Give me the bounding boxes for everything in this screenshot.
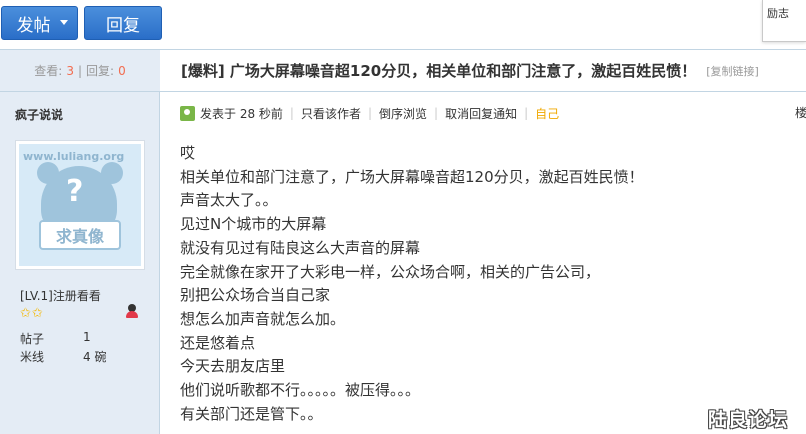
post-line: 他们说听歌都不行。。。。。被压得。。。 <box>180 381 421 400</box>
rice-label: 米线 <box>20 350 45 364</box>
views-label: 查看: <box>34 64 63 78</box>
views-count: 3 <box>66 63 74 78</box>
reply-button[interactable]: 回复 <box>84 6 162 40</box>
rice-count: 4 碗 <box>83 350 107 364</box>
post-line: 见过N个城市的大屏幕 <box>180 215 327 234</box>
copy-link[interactable]: [复制链接] <box>706 63 759 79</box>
meta-separator: | <box>367 106 373 120</box>
thread-stats: 查看: 3 | 回复: 0 <box>0 49 160 92</box>
cancel-notify-link[interactable]: 取消回复通知 <box>445 105 517 122</box>
author-name[interactable]: 疯子说说 <box>15 106 63 123</box>
reply-label: 回复 <box>106 15 140 36</box>
person-icon[interactable] <box>126 304 138 318</box>
meta-separator: | <box>434 106 439 120</box>
new-post-button[interactable]: 发帖 <box>1 6 78 40</box>
rice-stat: 米线 4 碗 <box>20 348 106 365</box>
post-line: 有关部门还是管下。。 <box>180 404 323 423</box>
post-line: 还是悠着点 <box>180 333 256 352</box>
author-sidebar: 疯子说说 www.luliang.org ? 求真像 [LV.1]注册看看 ✩✩… <box>0 92 160 434</box>
post-time: 发表于 28 秒前 <box>200 106 283 121</box>
posts-stat: 帖子 1 <box>20 330 91 347</box>
user-level[interactable]: [LV.1]注册看看 <box>20 287 101 304</box>
rank-stars-icon: ✩✩ <box>20 306 44 321</box>
avatar-image: www.luliang.org ? 求真像 <box>19 144 141 266</box>
only-author-link[interactable]: 只看该作者 <box>301 105 361 122</box>
post-line: 想怎么加声音就怎么加。 <box>180 309 346 328</box>
post-line: 声音太大了。。 <box>180 191 278 210</box>
replies-count: 0 <box>118 63 126 78</box>
chevron-down-icon[interactable] <box>60 20 68 25</box>
post-line: 今天去朋友店里 <box>180 357 286 376</box>
floor-label: 楼 <box>795 106 806 120</box>
reverse-order-link[interactable]: 倒序浏览 <box>379 105 427 122</box>
self-link[interactable]: 自己 <box>535 105 559 122</box>
post-meta: 发表于 28 秒前 | 只看该作者 | 倒序浏览 | 取消回复通知 | 自己 <box>180 104 559 122</box>
site-watermark: 陆良论坛 <box>708 409 789 431</box>
post-body: 哎 相关单位和部门注意了，广场大屏幕噪音超120分贝，激起百姓民愤！ 声音太大了… <box>180 142 790 426</box>
posts-label: 帖子 <box>20 332 45 346</box>
thread-title: [爆料] 广场大屏幕噪音超120分贝，相关单位和部门注意了，激起百姓民愤！ <box>181 62 697 80</box>
thread-title-row: [爆料] 广场大屏幕噪音超120分贝，相关单位和部门注意了，激起百姓民愤！ [复… <box>160 49 806 92</box>
replies-label: 回复: <box>86 64 115 78</box>
floating-panel-text: 励志 <box>767 7 789 20</box>
post-line: 完全就像在家开了大彩电一样，公众场合啊，相关的广告公司， <box>180 262 601 281</box>
post-line: 就没有见过有陆良这么大声音的屏幕 <box>180 238 421 257</box>
avatar[interactable]: www.luliang.org ? 求真像 <box>15 140 145 270</box>
post-line: 别把公众场合当自己家 <box>180 286 331 305</box>
post-line: 哎 <box>180 144 196 162</box>
posts-count[interactable]: 1 <box>83 330 91 344</box>
avatar-sign: 求真像 <box>39 220 121 250</box>
avatar-question-mark: ? <box>66 174 84 209</box>
stats-divider: | <box>77 63 83 78</box>
online-status-icon <box>180 105 195 121</box>
floating-panel[interactable]: 励志 <box>762 0 806 42</box>
toolbar: 发帖 回复 励志 <box>0 0 806 47</box>
meta-separator: | <box>289 106 294 120</box>
meta-separator: | <box>524 106 529 120</box>
new-post-label: 发帖 <box>16 15 51 36</box>
post-line: 相关单位和部门注意了，广场大屏幕噪音超120分贝，激起百姓民愤！ <box>180 167 644 186</box>
person-icon-body <box>126 311 138 318</box>
avatar-url-text: www.luliang.org <box>23 150 125 163</box>
